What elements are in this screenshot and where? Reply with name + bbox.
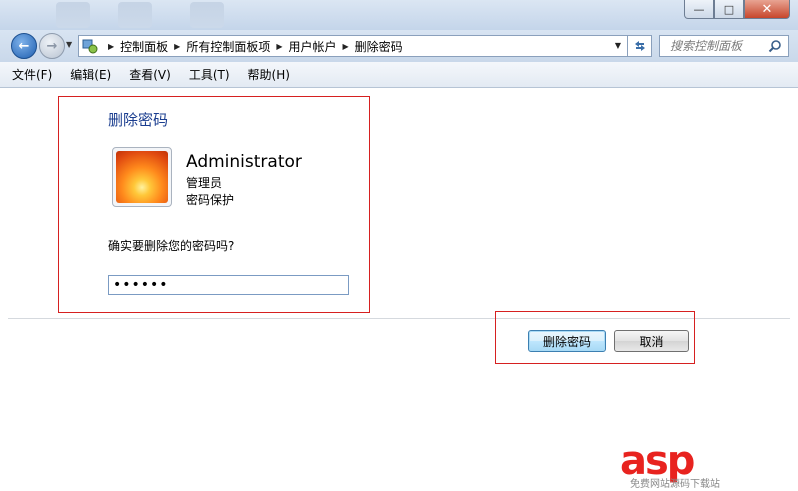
address-dropdown-icon[interactable]: ▼ <box>615 41 621 50</box>
arrow-right-icon: → <box>46 38 58 54</box>
minimize-icon: — <box>693 2 705 16</box>
arrow-left-icon: ← <box>18 38 30 54</box>
menu-help[interactable]: 帮助(H) <box>246 64 292 85</box>
maximize-icon: □ <box>723 2 735 16</box>
back-button[interactable]: ← <box>11 33 37 59</box>
menu-edit[interactable]: 编辑(E) <box>68 64 113 85</box>
control-panel-window: — □ ✕ ← → ▼ ▶ 控制面板 ▶ 所有控制面板项 ▶ 用户帐户 ▶ 删除… <box>0 0 798 491</box>
minimize-button[interactable]: — <box>684 0 714 19</box>
address-bar[interactable]: ▶ 控制面板 ▶ 所有控制面板项 ▶ 用户帐户 ▶ 删除密码 ▼ <box>78 35 628 57</box>
search-box[interactable] <box>659 35 789 57</box>
breadcrumb-remove-password[interactable]: 删除密码 <box>355 38 403 55</box>
confirm-question: 确实要删除您的密码吗? <box>108 239 235 253</box>
page-title: 删除密码 <box>108 111 169 129</box>
breadcrumb-separator[interactable]: ▶ <box>174 42 180 51</box>
recent-pages-dropdown[interactable]: ▼ <box>66 40 72 49</box>
control-panel-icon <box>82 38 98 54</box>
remove-password-button[interactable]: 删除密码 <box>528 330 606 352</box>
desktop-icon-ghost <box>56 2 90 28</box>
breadcrumb-control-panel[interactable]: 控制面板 <box>120 38 168 55</box>
maximize-button[interactable]: □ <box>714 0 744 19</box>
user-password-status: 密码保护 <box>186 193 235 207</box>
desktop-icon-ghost <box>190 2 224 28</box>
cancel-button[interactable]: 取消 <box>614 330 689 352</box>
user-name: Administrator <box>186 152 302 172</box>
desktop-icon-ghost <box>118 2 152 28</box>
menu-view[interactable]: 查看(V) <box>127 64 173 85</box>
watermark: asp 免费网站源码下载站 <box>620 441 792 490</box>
search-input[interactable] <box>668 38 772 54</box>
menu-bar: 文件(F) 编辑(E) 查看(V) 工具(T) 帮助(H) <box>0 62 798 88</box>
close-icon: ✕ <box>761 1 773 17</box>
flower-avatar-image <box>116 151 168 203</box>
menu-file[interactable]: 文件(F) <box>10 64 54 85</box>
window-controls: — □ ✕ <box>684 0 790 19</box>
user-role: 管理员 <box>186 176 223 190</box>
close-button[interactable]: ✕ <box>744 0 790 19</box>
breadcrumb-all-items[interactable]: 所有控制面板项 <box>186 38 270 55</box>
breadcrumb-user-accounts[interactable]: 用户帐户 <box>289 38 337 55</box>
breadcrumb-separator[interactable]: ▶ <box>276 42 282 51</box>
refresh-icon <box>634 41 645 51</box>
breadcrumb-separator[interactable]: ▶ <box>108 42 114 51</box>
current-password-input[interactable] <box>108 275 349 295</box>
menu-tools[interactable]: 工具(T) <box>187 64 232 85</box>
search-icon[interactable] <box>768 39 782 53</box>
title-bar: — □ ✕ <box>0 0 798 30</box>
refresh-button[interactable] <box>628 35 652 57</box>
breadcrumb-separator[interactable]: ▶ <box>343 42 349 51</box>
watermark-subtitle: 免费网站源码下载站 <box>630 479 720 490</box>
forward-button[interactable]: → <box>39 33 65 59</box>
avatar <box>112 147 172 207</box>
navigation-bar: ← → ▼ ▶ 控制面板 ▶ 所有控制面板项 ▶ 用户帐户 ▶ 删除密码 ▼ <box>0 30 798 62</box>
